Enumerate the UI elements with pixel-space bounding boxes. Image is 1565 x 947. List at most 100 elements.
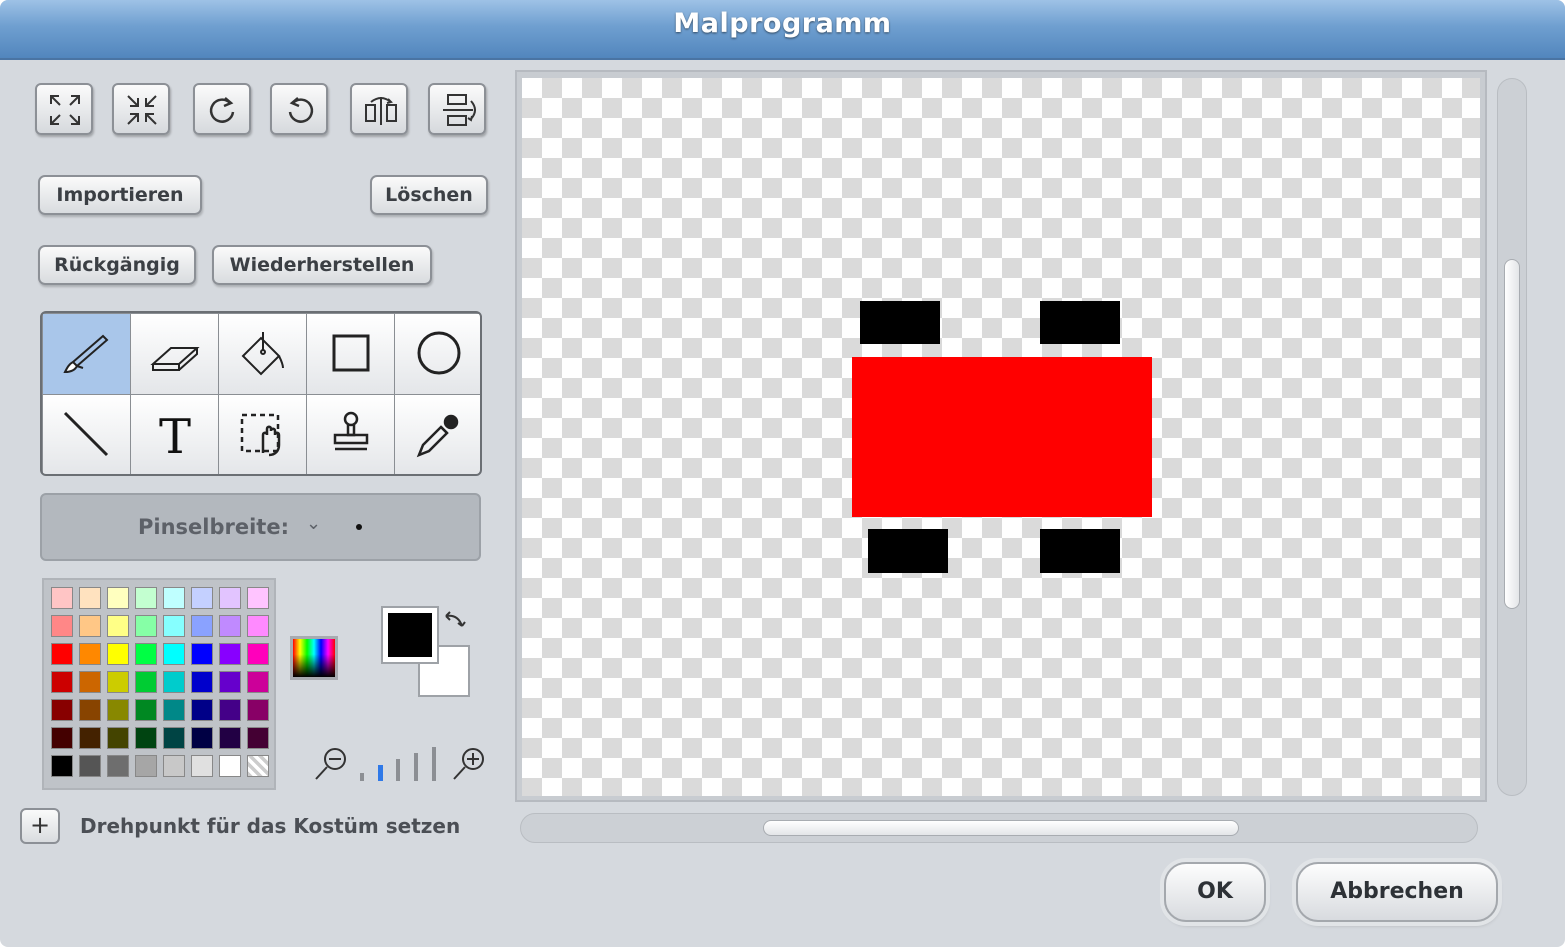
zoom-bar[interactable] (432, 747, 436, 781)
color-swatch[interactable] (191, 699, 213, 721)
zoom-level-bars[interactable] (358, 745, 442, 783)
color-swatch[interactable] (107, 615, 129, 637)
color-swatch[interactable] (135, 643, 157, 665)
color-swatch[interactable] (247, 671, 269, 693)
color-swatch[interactable] (51, 587, 73, 609)
color-swatch[interactable] (247, 615, 269, 637)
color-swatch[interactable] (79, 643, 101, 665)
color-swatch[interactable] (135, 727, 157, 749)
color-swatch[interactable] (107, 755, 129, 777)
horizontal-scroll-thumb[interactable] (763, 820, 1239, 836)
color-swatch[interactable] (51, 615, 73, 637)
color-swatch[interactable] (219, 699, 241, 721)
color-swatch[interactable] (51, 727, 73, 749)
flip-horizontal-button[interactable] (350, 83, 408, 135)
color-swatch[interactable] (219, 727, 241, 749)
color-swatch[interactable] (163, 727, 185, 749)
tool-paintbrush[interactable] (43, 314, 130, 394)
horizontal-scrollbar[interactable] (520, 813, 1478, 843)
color-swatch[interactable] (247, 587, 269, 609)
color-swatch[interactable] (163, 615, 185, 637)
swap-colors-icon[interactable] (442, 610, 468, 636)
undo-button[interactable]: Rückgängig (38, 245, 196, 285)
color-swatch[interactable] (219, 615, 241, 637)
vertical-scroll-thumb[interactable] (1504, 259, 1520, 609)
color-swatch[interactable] (247, 727, 269, 749)
color-swatch[interactable] (191, 587, 213, 609)
color-swatch[interactable] (191, 643, 213, 665)
color-swatch[interactable] (51, 643, 73, 665)
zoom-bar[interactable] (378, 765, 383, 781)
color-swatch[interactable] (135, 671, 157, 693)
clear-button[interactable]: Löschen (370, 175, 488, 215)
color-swatch[interactable] (219, 671, 241, 693)
color-swatch[interactable] (135, 587, 157, 609)
tool-text[interactable]: T (131, 395, 218, 474)
color-swatch[interactable] (51, 671, 73, 693)
foreground-color-swatch[interactable] (381, 606, 439, 664)
color-swatch[interactable] (191, 671, 213, 693)
tool-line[interactable] (43, 395, 130, 474)
color-swatch[interactable] (79, 615, 101, 637)
tool-ellipse[interactable] (395, 314, 480, 394)
tool-eraser[interactable] (131, 314, 218, 394)
color-swatch[interactable] (247, 643, 269, 665)
title-bar[interactable]: Malprogramm (0, 0, 1565, 60)
zoom-out-icon[interactable] (313, 745, 349, 783)
set-rotation-center-button[interactable]: + (20, 808, 60, 844)
color-swatch[interactable] (107, 727, 129, 749)
color-swatch[interactable] (247, 699, 269, 721)
zoom-bar[interactable] (360, 773, 364, 781)
redo-button[interactable]: Wiederherstellen (212, 245, 432, 285)
color-swatch[interactable] (191, 615, 213, 637)
color-swatch[interactable] (247, 755, 269, 777)
color-swatch[interactable] (79, 755, 101, 777)
color-swatch[interactable] (163, 755, 185, 777)
color-swatch[interactable] (107, 671, 129, 693)
color-swatch[interactable] (79, 727, 101, 749)
tool-stamp[interactable] (307, 395, 394, 474)
color-swatch[interactable] (107, 699, 129, 721)
color-swatch[interactable] (219, 587, 241, 609)
color-swatch[interactable] (79, 699, 101, 721)
zoom-bar[interactable] (396, 759, 400, 781)
color-swatch[interactable] (191, 755, 213, 777)
color-swatch[interactable] (163, 643, 185, 665)
grow-button[interactable] (35, 83, 93, 135)
color-swatch[interactable] (51, 755, 73, 777)
color-swatch[interactable] (163, 587, 185, 609)
color-swatch[interactable] (219, 755, 241, 777)
color-swatch[interactable] (219, 643, 241, 665)
color-swatch[interactable] (163, 699, 185, 721)
shrink-button[interactable] (112, 83, 170, 135)
tool-select[interactable] (219, 395, 306, 474)
color-swatch[interactable] (135, 755, 157, 777)
tool-fill[interactable] (219, 314, 306, 394)
tool-eyedropper[interactable] (395, 395, 480, 474)
cancel-button[interactable]: Abbrechen (1296, 862, 1498, 922)
color-swatch[interactable] (135, 615, 157, 637)
flip-vertical-icon (443, 94, 476, 126)
color-swatch[interactable] (51, 699, 73, 721)
color-picker-gradient[interactable] (290, 636, 338, 680)
import-button[interactable]: Importieren (38, 175, 202, 215)
ellipse-icon (417, 331, 461, 375)
color-swatch[interactable] (191, 727, 213, 749)
rotate-left-button[interactable] (193, 83, 251, 135)
zoom-bar[interactable] (414, 753, 418, 781)
vertical-scrollbar[interactable] (1497, 78, 1527, 796)
color-swatch[interactable] (107, 643, 129, 665)
color-swatch[interactable] (135, 699, 157, 721)
rotate-right-button[interactable] (270, 83, 328, 135)
tool-rectangle[interactable] (307, 314, 394, 394)
color-swatch[interactable] (163, 671, 185, 693)
flip-vertical-button[interactable] (428, 83, 486, 135)
zoom-in-icon[interactable] (451, 745, 487, 783)
brush-width-selector[interactable]: Pinselbreite: ⌄ (40, 493, 481, 561)
drawing-canvas[interactable] (522, 78, 1480, 796)
chevron-down-icon[interactable]: ⌄ (306, 513, 321, 534)
ok-button[interactable]: OK (1164, 862, 1266, 922)
color-swatch[interactable] (107, 587, 129, 609)
color-swatch[interactable] (79, 587, 101, 609)
color-swatch[interactable] (79, 671, 101, 693)
